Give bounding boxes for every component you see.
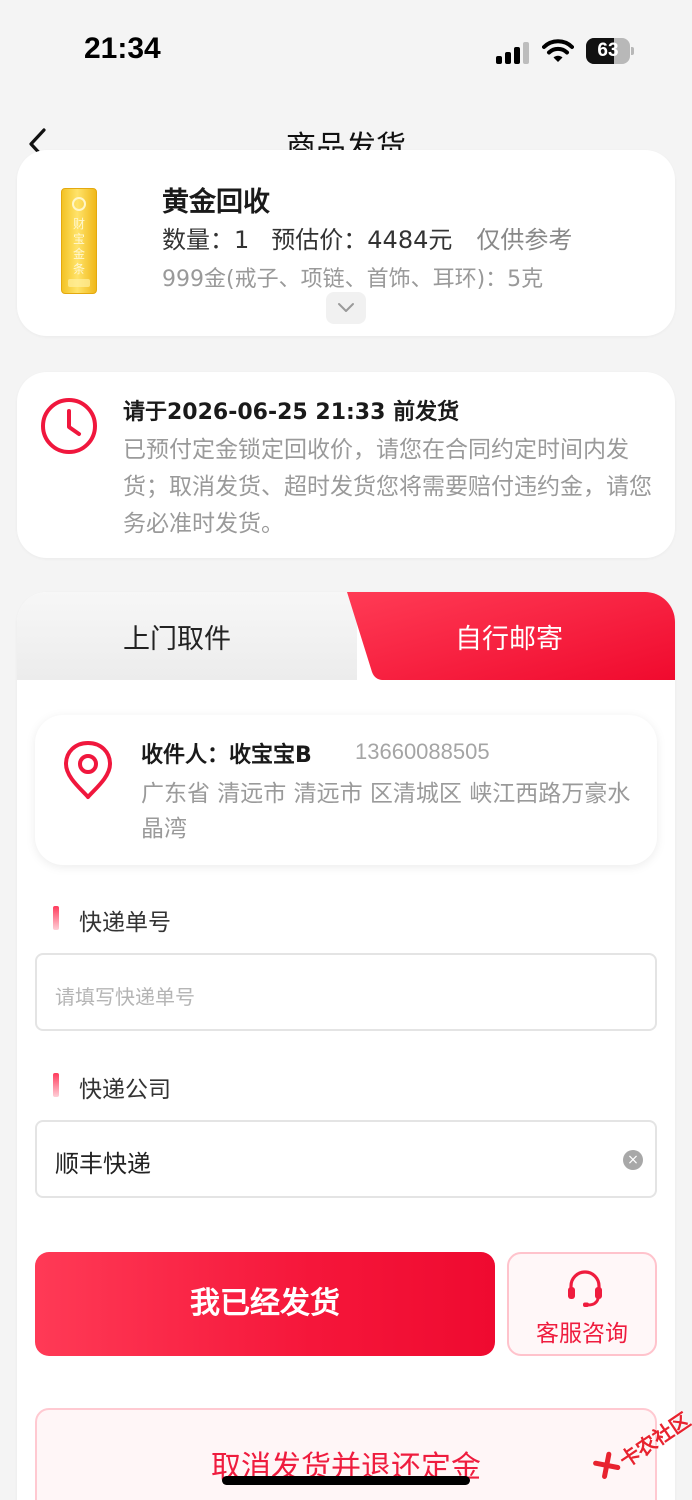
label-accent-bar [53,906,59,930]
quantity-label: 数量： [162,226,234,254]
label-accent-bar [53,1073,59,1097]
cancel-shipment-button[interactable]: 取消发货并退还定金 [35,1408,657,1500]
courier-company-label: 快递公司 [53,1070,171,1104]
product-spec: 999金(戒子、项链、首饰、耳环)：5克 [162,267,544,292]
battery-level: 63 [597,40,619,61]
deadline-card: 请于2026-06-25 21:33 前发货 已预付定金锁定回收价，请您在合同约… [17,372,675,558]
quantity-value: 1 [234,226,250,254]
recipient-address: 广东省 清远市 清远市 区清城区 峡江西路万豪水晶湾 [141,781,631,842]
product-quantity-price: 数量：1 预估价：4484元 仅供参考 [162,220,572,255]
gold-bar-image: 财宝金条 [61,188,97,294]
clear-icon[interactable]: × [623,1150,643,1170]
cellular-signal-icon [496,40,532,64]
home-indicator [222,1476,470,1485]
price-value: 4484元 [367,226,453,254]
chevron-down-icon [338,303,354,312]
shipping-card: 上门取件 自行邮寄 收件人：收宝宝B 13660088505 广东省 清远市 清… [17,592,675,1500]
price-note: 仅供参考 [476,226,573,254]
tab-self-mail-label: 自行邮寄 [455,624,563,655]
headset-icon [568,1270,602,1307]
customer-service-button[interactable]: 客服咨询 [507,1252,657,1356]
status-bar: 21:34 63 [0,0,692,100]
wifi-icon [542,39,574,62]
clock-icon [41,398,97,454]
recipient-phone: 13660088505 [355,739,490,764]
customer-service-label: 客服咨询 [536,1321,628,1347]
deadline-title: 请于2026-06-25 21:33 前发货 [123,400,460,425]
expand-button[interactable] [326,292,366,324]
status-time: 21:34 [84,32,161,65]
battery-icon: 63 [586,38,634,64]
location-pin-icon [64,741,112,799]
price-label: 预估价： [271,226,368,254]
courier-company-input[interactable]: 顺丰快递 × [35,1120,657,1198]
shipped-button[interactable]: 我已经发货 [35,1252,495,1356]
tracking-number-placeholder: 请填写快递单号 [55,985,195,1009]
gold-bar-lettering: 财宝金条 [72,217,85,276]
recipient-address-box: 收件人：收宝宝B 13660088505 广东省 清远市 清远市 区清城区 峡江… [35,715,657,865]
product-name: 黄金回收 [162,187,270,218]
tracking-number-label: 快递单号 [53,903,171,937]
deadline-description: 已预付定金锁定回收价，请您在合同约定时间内发货；取消发货、超时发货您将需要赔付违… [123,437,652,537]
recipient-name: 收件人：收宝宝B [141,743,312,768]
tracking-number-input[interactable]: 请填写快递单号 [35,953,657,1031]
tab-pickup-label: 上门取件 [123,624,231,655]
product-card: 财宝金条 黄金回收 数量：1 预估价：4484元 仅供参考 999金(戒子、项链、首… [17,150,675,336]
courier-company-value: 顺丰快递 [55,1150,151,1178]
